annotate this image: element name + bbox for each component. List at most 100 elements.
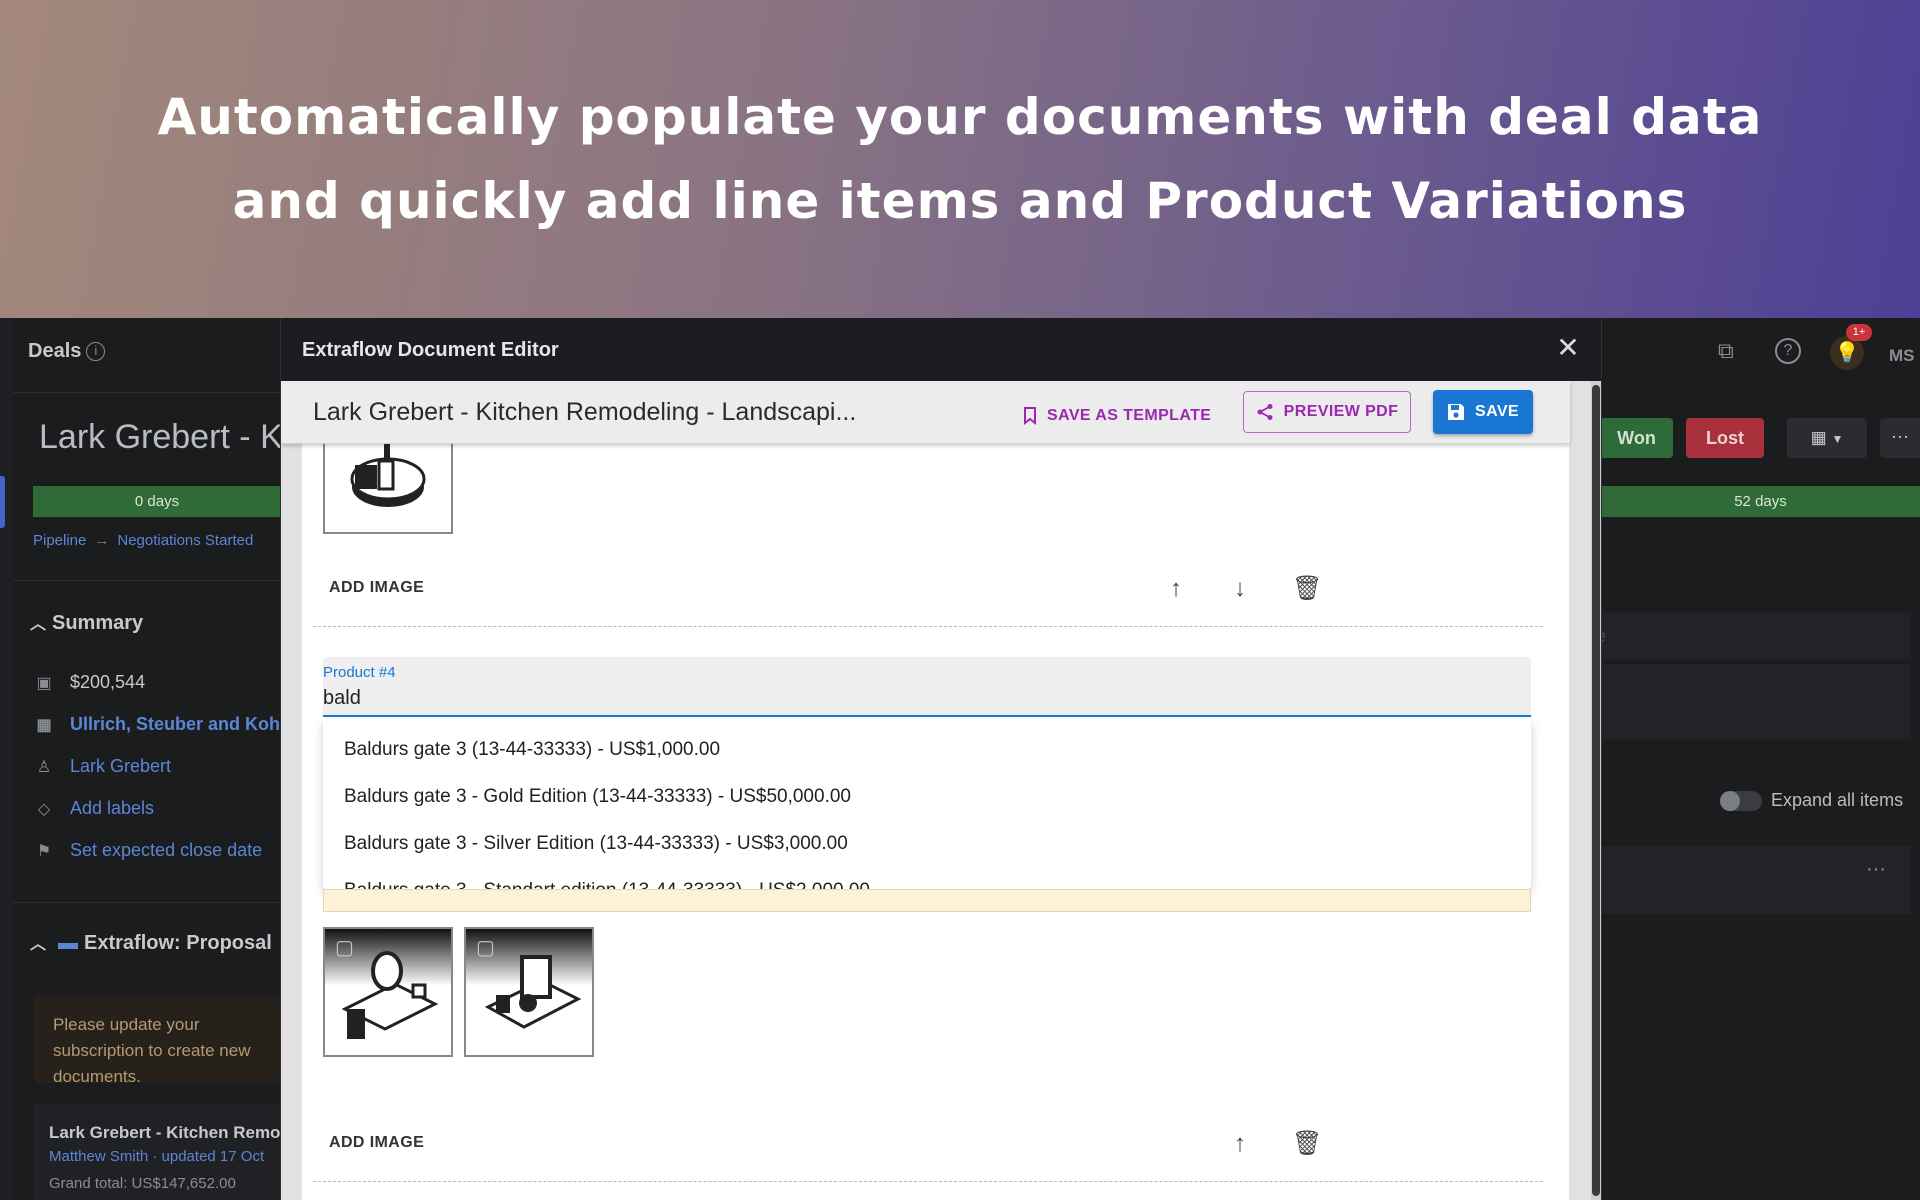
product-option[interactable]: Baldurs gate 3 (13-44-33333) - US$1,000.… <box>323 727 1531 774</box>
preview-pdf-button[interactable]: PREVIEW PDF <box>1243 391 1411 433</box>
right-panel-section-2 <box>1601 664 1911 740</box>
product-field-label: Product #4 <box>323 664 396 681</box>
breadcrumb-pipeline[interactable]: Pipeline <box>33 532 86 549</box>
organization-link[interactable]: ▦ Ullrich, Steuber and Koh <box>32 714 280 735</box>
product-image[interactable]: ▢ <box>464 927 594 1057</box>
modal-title-bar: Extraflow Document Editor ✕ <box>281 318 1601 381</box>
product-search-input[interactable] <box>323 685 1523 711</box>
breadcrumb-arrow-icon: → <box>94 532 110 549</box>
organization-text: Ullrich, Steuber and Koh <box>70 714 281 734</box>
more-icon: ··· <box>1891 426 1909 446</box>
deals-title-text: Deals <box>28 340 82 362</box>
product-suggestions: Baldurs gate 3 (13-44-33333) - US$1,000.… <box>323 719 1531 901</box>
puzzle-icon[interactable]: ⧉ <box>1718 338 1734 364</box>
bookmark-icon <box>1023 407 1037 425</box>
close-date-text: Set expected close date <box>70 840 263 860</box>
share-icon <box>1256 403 1274 421</box>
hero-headline-line-2: and quickly add line items and Product V… <box>232 172 1688 230</box>
modal-title: Extraflow Document Editor <box>302 339 559 361</box>
product-option[interactable]: Baldurs gate 3 - Silver Edition (13-44-3… <box>323 821 1531 868</box>
subscription-notice: Please update your subscription to creat… <box>33 996 293 1086</box>
trash-icon[interactable]: ▢ <box>476 935 496 959</box>
save-as-template-label: SAVE AS TEMPLATE <box>1047 407 1212 424</box>
add-image-button[interactable]: ADD IMAGE <box>329 1134 424 1152</box>
header-divider <box>13 392 281 393</box>
save-as-template-button[interactable]: SAVE AS TEMPLATE <box>1013 395 1221 437</box>
stage-days-right: 52 days <box>1734 493 1787 510</box>
preview-pdf-label: PREVIEW PDF <box>1283 403 1399 420</box>
right-panel-section-1 <box>1601 612 1911 660</box>
stage-days-left: 0 days <box>134 493 180 510</box>
add-labels-text: Add labels <box>70 798 155 818</box>
deal-value[interactable]: ▣ $200,544 <box>32 672 145 693</box>
extraflow-section-toggle[interactable]: ︿ ▬ Extraflow: Proposal <box>30 930 272 955</box>
document-card-total: Grand total: US$147,652.00 <box>49 1175 236 1192</box>
hero-headline-line-1: Automatically populate your documents wi… <box>157 88 1763 146</box>
stage-bar-left[interactable]: 0 days <box>33 486 281 517</box>
document-editor-modal: Extraflow Document Editor ✕ ▢ ADD IMAGE … <box>281 318 1601 1200</box>
extraflow-logo-icon: ▬ <box>58 932 78 954</box>
add-labels-link[interactable]: ◇ Add labels <box>32 798 154 819</box>
hero-banner: Automatically populate your documents wi… <box>0 0 1920 318</box>
person-link[interactable]: ♙ Lark Grebert <box>32 756 171 777</box>
editor-header: Lark Grebert - Kitchen Remodeling - Land… <box>281 381 1570 444</box>
expand-all-toggle[interactable] <box>1720 791 1762 811</box>
person-text: Lark Grebert <box>70 756 172 776</box>
summary-label: Summary <box>52 612 144 634</box>
caret-down-icon: ▼ <box>1831 432 1844 446</box>
help-icon[interactable]: ? <box>1775 338 1801 364</box>
deals-title: Deals i <box>28 340 106 363</box>
trash-icon[interactable]: 🗑 <box>1292 574 1322 604</box>
more-actions-button[interactable]: ··· <box>1880 418 1920 458</box>
arrow-up-icon[interactable]: ↑ <box>1161 574 1191 604</box>
save-label: SAVE <box>1475 403 1519 420</box>
editor-scrollbar[interactable] <box>1591 381 1601 1200</box>
view-switch-button[interactable]: ▦ ▼ <box>1787 418 1867 458</box>
arrow-down-icon[interactable]: ↓ <box>1225 574 1255 604</box>
save-button[interactable]: SAVE <box>1433 390 1533 434</box>
close-date-link[interactable]: ⚑ Set expected close date <box>32 840 262 861</box>
add-image-button[interactable]: ADD IMAGE <box>329 579 424 597</box>
close-icon[interactable]: ✕ <box>1552 332 1584 364</box>
lost-button[interactable]: Lost <box>1686 418 1764 458</box>
product-image[interactable]: ▢ <box>323 927 453 1057</box>
notification-badge: 1+ <box>1846 324 1872 341</box>
won-button[interactable]: Won <box>1600 418 1673 458</box>
person-icon: ♙ <box>36 758 52 776</box>
toggle-knob <box>1720 791 1740 811</box>
expand-all-label: Expand all items <box>1771 790 1904 810</box>
section-divider <box>313 1181 1543 1182</box>
info-icon[interactable]: i <box>86 342 106 361</box>
extraflow-section-label: Extraflow: Proposal <box>84 932 272 954</box>
chevron-up-icon: ︿ <box>30 936 47 953</box>
sidebar-active-marker <box>0 476 5 528</box>
trash-icon[interactable]: 🗑 <box>1292 1129 1322 1159</box>
floppy-disk-icon <box>1447 403 1465 421</box>
crm-app: Deals i Lark Grebert - K 0 days 52 days P… <box>0 318 1920 1200</box>
document-card-subtitle: Matthew Smith · updated 17 Oct <box>49 1148 265 1165</box>
deal-heading: Lark Grebert - K <box>39 418 283 456</box>
tag-icon: ◇ <box>37 800 51 818</box>
user-avatar[interactable]: MS <box>1889 346 1915 366</box>
product-option[interactable]: Baldurs gate 3 - Gold Edition (13-44-333… <box>323 774 1531 821</box>
summary-toggle[interactable]: ︿ Summary <box>30 610 143 635</box>
right-panel-item[interactable] <box>1601 846 1911 914</box>
lightbulb-icon[interactable]: 💡 <box>1830 336 1864 370</box>
item-more-icon[interactable]: ··· <box>1866 858 1886 881</box>
product-field[interactable]: Product #4 <box>323 657 1531 717</box>
document-card[interactable]: Lark Grebert - Kitchen Remodeling Matthe… <box>33 1103 331 1200</box>
building-icon: ▦ <box>36 716 52 734</box>
chevron-up-icon: ︿ <box>30 616 47 633</box>
breadcrumb-stage[interactable]: Negotiations Started <box>117 532 253 549</box>
summary-divider <box>13 580 281 581</box>
sidebar-strip <box>0 318 13 1200</box>
money-icon: ▣ <box>36 674 52 692</box>
grid-icon: ▦ <box>1810 428 1827 447</box>
scrollbar-thumb[interactable] <box>1592 385 1600 1196</box>
arrow-up-icon[interactable]: ↑ <box>1225 1129 1255 1159</box>
trash-icon[interactable]: ▢ <box>335 935 355 959</box>
highlighted-row <box>323 889 1531 912</box>
breadcrumb: Pipeline → Negotiations Started <box>33 532 253 549</box>
stage-bar-right[interactable]: 52 days <box>1601 486 1920 517</box>
deal-value-text: $200,544 <box>70 672 146 692</box>
